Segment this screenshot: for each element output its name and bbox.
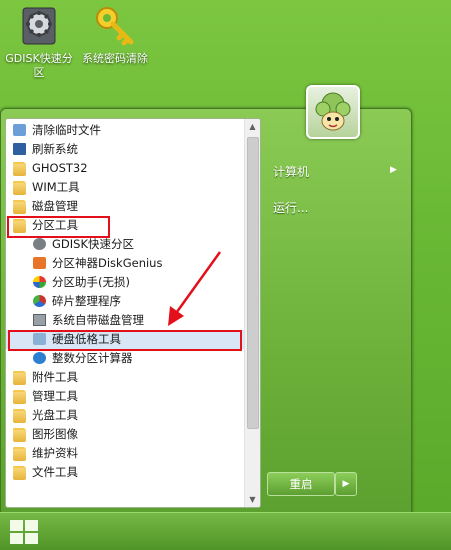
folder-icon	[13, 447, 26, 461]
annotation-arrow	[168, 251, 222, 326]
windows-logo-icon-part	[25, 533, 38, 544]
scroll-down-arrow-icon[interactable]: ▼	[245, 492, 260, 507]
run-link[interactable]: 运行...	[273, 199, 308, 216]
folder-ghost32[interactable]: GHOST32	[6, 159, 244, 178]
submenu-arrow-icon: ▶	[390, 165, 397, 175]
partition-assistant-icon	[33, 276, 46, 288]
taskbar	[0, 512, 451, 550]
folder-wim-tools[interactable]: WIM工具	[6, 178, 244, 197]
desktop: GDISK快速分区 系统密码清除 清除临时文件 刷新系统 GHOST32 WIM…	[0, 0, 451, 550]
folder-file-tools[interactable]: 文件工具	[6, 463, 244, 482]
folder-icon	[13, 371, 26, 385]
desktop-icon-label: GDISK快速分区	[5, 52, 73, 79]
scroll-up-arrow-icon[interactable]: ▲	[245, 119, 260, 134]
desktop-icon-password-clear[interactable]: 系统密码清除	[76, 4, 154, 66]
folder-graphics[interactable]: 图形图像	[6, 425, 244, 444]
program-refresh-system[interactable]: 刷新系统	[6, 140, 244, 159]
windows-logo-icon-part	[10, 533, 23, 544]
start-button[interactable]	[8, 518, 40, 545]
folder-icon	[13, 409, 26, 423]
program-partition-calculator[interactable]: 整数分区计算器	[6, 349, 244, 368]
restart-button[interactable]: 重启	[267, 472, 335, 496]
defrag-icon	[33, 295, 46, 307]
folder-icon	[13, 200, 26, 214]
gear-disk-icon	[17, 4, 61, 48]
diskgenius-icon	[33, 257, 46, 269]
calculator-icon	[33, 352, 46, 364]
highlight-box-low-format	[8, 330, 242, 351]
folder-icon	[13, 390, 26, 404]
gdisk-icon	[33, 238, 46, 250]
folder-icon	[13, 466, 26, 480]
windows-logo-icon-part	[25, 520, 38, 531]
disk-management-icon	[33, 314, 46, 326]
key-icon	[93, 4, 137, 48]
program-clean-temp[interactable]: 清除临时文件	[6, 121, 244, 140]
folder-maintenance-docs[interactable]: 维护资料	[6, 444, 244, 463]
computer-link[interactable]: 计算机	[273, 163, 309, 180]
folder-admin-tools[interactable]: 管理工具	[6, 387, 244, 406]
folder-disk-management[interactable]: 磁盘管理	[6, 197, 244, 216]
user-avatar[interactable]	[306, 85, 360, 139]
desktop-icon-label: 系统密码清除	[82, 52, 148, 65]
vertical-scrollbar[interactable]: ▲ ▼	[244, 119, 260, 507]
scrollbar-thumb[interactable]	[247, 137, 259, 429]
shutdown-options-arrow-icon[interactable]: ▶	[335, 472, 357, 496]
refresh-icon	[13, 143, 26, 155]
folder-icon	[13, 162, 26, 176]
desktop-icon-gdisk[interactable]: GDISK快速分区	[0, 4, 78, 80]
folder-icon	[13, 181, 26, 195]
windows-logo-icon	[10, 520, 23, 531]
folder-accessories[interactable]: 附件工具	[6, 368, 244, 387]
folder-icon	[13, 428, 26, 442]
highlight-box-partition-tools	[7, 216, 110, 238]
clean-icon	[13, 124, 26, 136]
folder-disc-tools[interactable]: 光盘工具	[6, 406, 244, 425]
